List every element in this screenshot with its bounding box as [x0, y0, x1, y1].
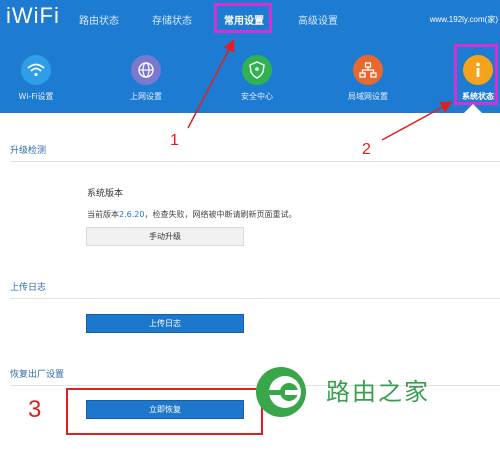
network-icon [353, 55, 383, 85]
tile-wifi-settings[interactable]: Wi-Fi设置 [4, 55, 68, 102]
annotation-number-3: 3 [28, 396, 42, 423]
section-title-reset: 恢复出厂设置 [10, 370, 65, 380]
active-tab-pointer [464, 104, 482, 113]
divider [10, 161, 500, 162]
top-header: iWiFi 路由状态 存储状态 常用设置 高级设置 www.192ly.com(… [0, 0, 500, 113]
wifi-icon [21, 55, 51, 85]
tile-label: Wi-Fi设置 [18, 92, 54, 101]
version-number: 2.6.20 [119, 210, 145, 219]
section-title-upgrade: 升级检测 [10, 146, 47, 156]
watermark-text: 路由之家 [326, 378, 430, 406]
section-title-log: 上传日志 [10, 283, 47, 293]
tile-internet-settings[interactable]: 上网设置 [114, 55, 178, 102]
desc-prefix: 当前版本 [87, 210, 119, 219]
version-status-text: 当前版本2.6.20，检查失败，网络被中断请刷新页面重试。 [87, 209, 296, 220]
nav-storage-status[interactable]: 存储状态 [152, 12, 192, 27]
highlight-box-status [454, 44, 498, 105]
tile-security-center[interactable]: 安全中心 [225, 55, 289, 102]
globe-icon [131, 55, 161, 85]
tile-lan-settings[interactable]: 局域网设置 [336, 55, 400, 102]
divider [10, 298, 500, 299]
tile-label: 上网设置 [130, 92, 162, 101]
tile-label: 局域网设置 [348, 92, 388, 101]
nav-advanced-settings[interactable]: 高级设置 [298, 12, 338, 27]
nav-router-status[interactable]: 路由状态 [79, 12, 119, 27]
highlight-box-nav [214, 3, 272, 33]
tile-label: 安全中心 [241, 92, 273, 101]
brand-logo: iWiFi [6, 3, 60, 28]
upload-log-button[interactable]: 上传日志 [86, 314, 244, 333]
system-version-title: 系统版本 [87, 189, 124, 199]
manual-upgrade-button[interactable]: 手动升级 [86, 227, 244, 246]
annotation-number-1: 1 [170, 132, 179, 149]
watermark-logo-icon [256, 367, 306, 417]
site-domain: www.192ly.com(家) [429, 15, 498, 24]
annotation-number-2: 2 [362, 141, 371, 158]
highlight-box-restore [66, 388, 263, 435]
desc-suffix: ，检查失败，网络被中断请刷新页面重试。 [144, 210, 297, 219]
shield-icon [242, 55, 272, 85]
